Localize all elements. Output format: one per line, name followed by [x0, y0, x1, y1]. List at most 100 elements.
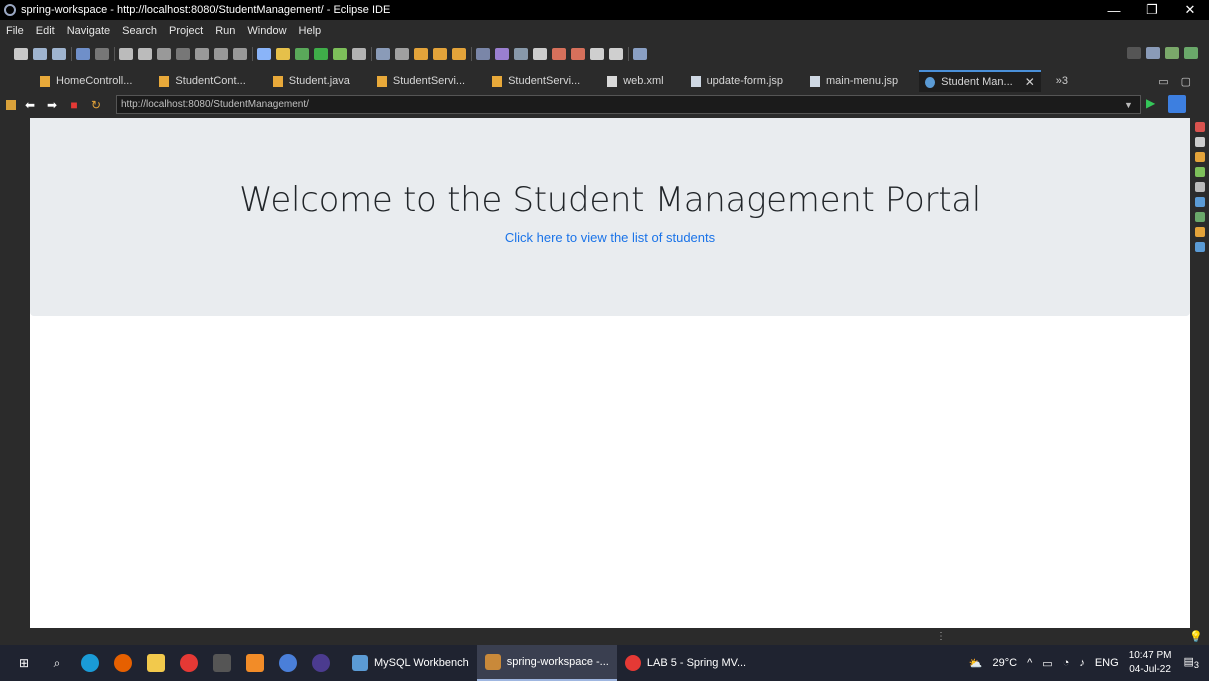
- network-icon[interactable]: ◔: [1063, 657, 1070, 669]
- pin-editor-icon[interactable]: [533, 48, 547, 60]
- terminal-icon[interactable]: [76, 48, 90, 60]
- terminate-icon[interactable]: [157, 48, 171, 60]
- outline-view-icon[interactable]: [1194, 242, 1205, 252]
- disconnect-icon[interactable]: [176, 48, 190, 60]
- prev-annotation-icon[interactable]: [552, 48, 566, 60]
- step-return-icon[interactable]: [233, 48, 247, 60]
- windows-start-icon[interactable]: ⊞: [15, 654, 33, 672]
- weather-icon[interactable]: ⛅: [969, 657, 983, 670]
- save-all-icon[interactable]: [52, 48, 66, 60]
- maximize-editor-icon[interactable]: ▢: [1181, 75, 1191, 88]
- debug-perspective-icon[interactable]: [1184, 47, 1198, 59]
- forward-arrow-icon[interactable]: ➡: [44, 98, 60, 112]
- minimize-editor-icon[interactable]: ▭: [1158, 75, 1168, 88]
- tray-chevron-icon[interactable]: ^: [1027, 657, 1032, 669]
- console-view-icon[interactable]: [1194, 197, 1205, 207]
- tab-web-xml[interactable]: web.xml: [601, 70, 669, 92]
- restore-button[interactable]: ❐: [1133, 0, 1171, 20]
- weather-temp[interactable]: 29°C: [993, 657, 1018, 669]
- annotation-icon[interactable]: [495, 48, 509, 60]
- url-dropdown-icon[interactable]: ▼: [1124, 100, 1133, 110]
- step-over-icon[interactable]: [214, 48, 228, 60]
- skip-breakpoints-icon[interactable]: [95, 48, 109, 60]
- java-ee-perspective-icon[interactable]: [1165, 47, 1179, 59]
- file-explorer-icon[interactable]: [147, 654, 165, 672]
- new-java-class-icon[interactable]: [395, 48, 409, 60]
- menu-run[interactable]: Run: [209, 25, 241, 37]
- debug-icon[interactable]: [295, 48, 309, 60]
- tab-update-form-jsp[interactable]: update-form.jsp: [685, 70, 789, 92]
- tab-student-controller[interactable]: StudentCont...: [153, 70, 251, 92]
- tab-student-java[interactable]: Student.java: [267, 70, 356, 92]
- new-icon[interactable]: [14, 48, 28, 60]
- tab-student-service-2[interactable]: StudentServi...: [486, 70, 586, 92]
- close-tab-icon[interactable]: ✕: [1025, 75, 1035, 89]
- url-input[interactable]: http://localhost:8080/StudentManagement/: [116, 95, 1141, 114]
- perspective-icon[interactable]: [633, 48, 647, 60]
- new-package-icon[interactable]: [414, 48, 428, 60]
- chrome-icon[interactable]: [180, 654, 198, 672]
- volume-icon[interactable]: ♪: [1079, 657, 1085, 669]
- language-indicator[interactable]: ENG: [1095, 657, 1119, 669]
- taskbar-app-eclipse[interactable]: spring-workspace -...: [476, 645, 617, 681]
- qbittorrent-icon[interactable]: [279, 654, 297, 672]
- new-server-icon[interactable]: [376, 48, 390, 60]
- open-in-external-browser-icon[interactable]: [1168, 95, 1186, 113]
- tabs-overflow-button[interactable]: »3: [1050, 70, 1074, 92]
- vlc-icon[interactable]: [246, 654, 264, 672]
- forward-icon[interactable]: [609, 48, 623, 60]
- servers-view-icon[interactable]: [1194, 152, 1205, 162]
- battery-icon[interactable]: ▭: [1042, 657, 1052, 670]
- view-students-link[interactable]: Click here to view the list of students: [30, 230, 1190, 245]
- close-button[interactable]: ✕: [1171, 0, 1209, 20]
- tab-student-service-1[interactable]: StudentServi...: [371, 70, 471, 92]
- search-view-icon[interactable]: [1194, 227, 1205, 237]
- step-into-icon[interactable]: [195, 48, 209, 60]
- clock[interactable]: 10:47 PM 04-Jul-22: [1129, 649, 1172, 677]
- menu-file[interactable]: File: [0, 25, 30, 37]
- data-source-view-icon[interactable]: [1194, 167, 1205, 177]
- last-edit-icon[interactable]: [514, 48, 528, 60]
- open-perspective-icon[interactable]: [1146, 47, 1160, 59]
- coverage-icon[interactable]: [333, 48, 347, 60]
- menu-help[interactable]: Help: [293, 25, 328, 37]
- menu-search[interactable]: Search: [116, 25, 163, 37]
- menu-edit[interactable]: Edit: [30, 25, 61, 37]
- search-icon[interactable]: [1127, 47, 1141, 59]
- tip-bulb-icon[interactable]: 💡: [1189, 630, 1203, 643]
- back-icon[interactable]: [590, 48, 604, 60]
- edge-icon[interactable]: [81, 654, 99, 672]
- brush-icon[interactable]: [452, 48, 466, 60]
- external-tools-icon[interactable]: [352, 48, 366, 60]
- taskbar-app-mysql[interactable]: MySQL Workbench: [344, 645, 477, 681]
- markers-view-icon[interactable]: [1194, 122, 1205, 132]
- tab-home-controller[interactable]: HomeControll...: [34, 70, 138, 92]
- menu-window[interactable]: Window: [241, 25, 292, 37]
- stop-icon[interactable]: ■: [66, 98, 82, 112]
- progress-view-icon[interactable]: [1194, 212, 1205, 222]
- open-folder-icon[interactable]: [433, 48, 447, 60]
- open-type-icon[interactable]: [257, 48, 271, 60]
- open-task-icon[interactable]: [276, 48, 290, 60]
- clapperboard-icon[interactable]: [213, 654, 231, 672]
- properties-view-icon[interactable]: [1194, 137, 1205, 147]
- search-toolbar-icon[interactable]: [476, 48, 490, 60]
- back-arrow-icon[interactable]: ⬅: [22, 98, 38, 112]
- firefox-icon[interactable]: [114, 654, 132, 672]
- next-annotation-icon[interactable]: [571, 48, 585, 60]
- menu-navigate[interactable]: Navigate: [61, 25, 116, 37]
- go-icon[interactable]: ▶: [1146, 96, 1160, 112]
- snippets-view-icon[interactable]: [1194, 182, 1205, 192]
- run-icon[interactable]: [314, 48, 328, 60]
- suspend-icon[interactable]: [138, 48, 152, 60]
- taskbar-app-chrome[interactable]: LAB 5 - Spring MV...: [617, 645, 754, 681]
- menu-project[interactable]: Project: [163, 25, 209, 37]
- save-icon[interactable]: [33, 48, 47, 60]
- search-taskbar-icon[interactable]: ⌕: [48, 654, 66, 672]
- tab-student-management[interactable]: Student Man... ✕: [919, 70, 1041, 92]
- refresh-icon[interactable]: ↻: [88, 98, 104, 112]
- minimize-button[interactable]: —: [1095, 0, 1133, 20]
- notification-icon[interactable]: ▤3: [1184, 655, 1200, 670]
- resume-icon[interactable]: [119, 48, 133, 60]
- eclipse-taskbar-icon[interactable]: [312, 654, 330, 672]
